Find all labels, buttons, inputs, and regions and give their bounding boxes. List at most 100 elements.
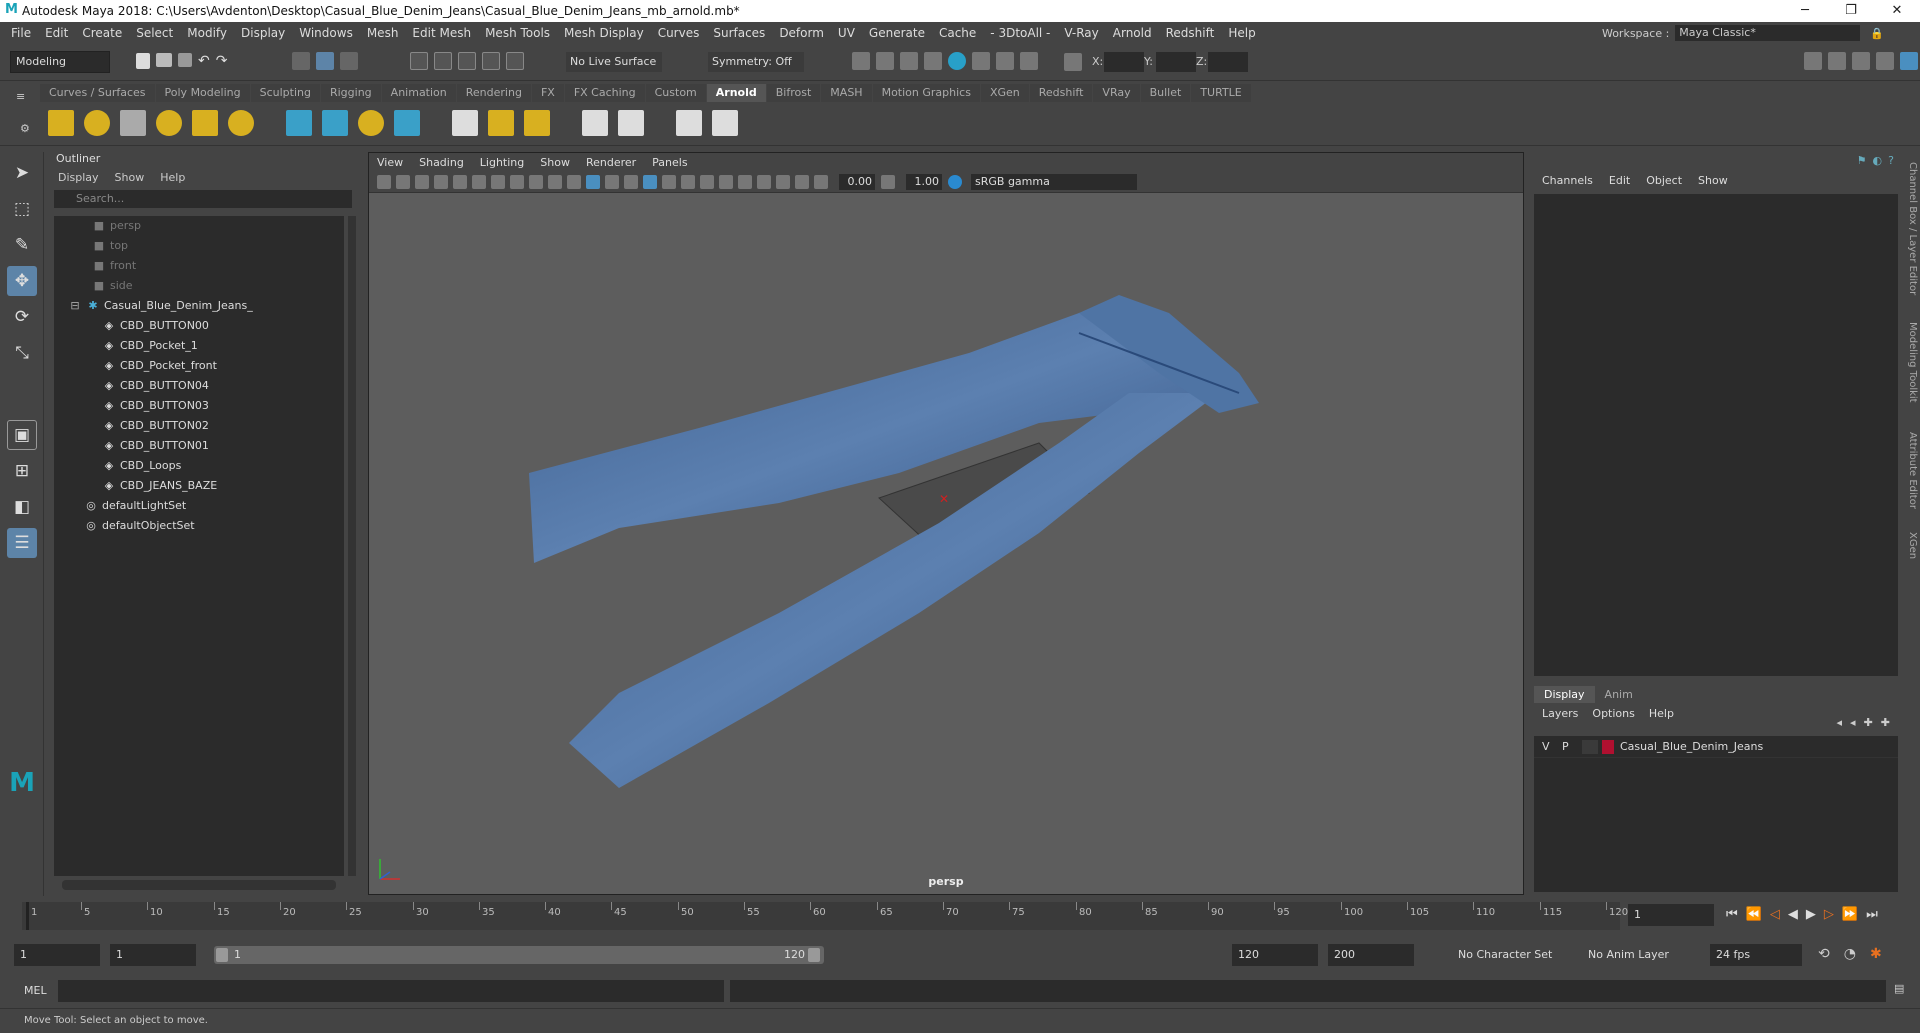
play-render-icon[interactable] (712, 110, 738, 136)
outliner-horizontal-scrollbar[interactable] (62, 880, 336, 890)
texture-manager-icon[interactable] (452, 110, 478, 136)
outliner-item-mesh[interactable]: ◈ CBD_Loops (54, 456, 344, 476)
shadows-icon[interactable] (681, 174, 695, 189)
physical-sky-icon[interactable] (228, 110, 254, 136)
outliner-item-persp[interactable]: ■ persp (54, 216, 344, 236)
channel-box-menu-edit[interactable]: Edit (1609, 174, 1630, 187)
gate-mask-icon[interactable] (510, 174, 524, 189)
select-hierarchy-icon[interactable] (292, 52, 310, 70)
bookmark-icon[interactable] (415, 174, 429, 189)
lock-icon[interactable]: 🔒 (1870, 27, 1884, 40)
menu-mesh-tools[interactable]: Mesh Tools (478, 26, 557, 40)
arnold-ipr-icon[interactable] (618, 110, 644, 136)
y-field[interactable] (1156, 52, 1196, 72)
wireframe-icon[interactable] (567, 174, 581, 189)
menu-mesh[interactable]: Mesh (360, 26, 406, 40)
layer-tab-anim[interactable]: Anim (1595, 686, 1643, 703)
help-icon[interactable]: ? (1888, 154, 1894, 167)
standin-icon[interactable] (286, 110, 312, 136)
minimize-button[interactable]: ─ (1782, 0, 1828, 22)
workspace-dropdown[interactable]: Maya Classic* (1675, 25, 1861, 41)
shelf-tab-arnold[interactable]: Arnold (706, 84, 766, 102)
outliner-item-mesh[interactable]: ◈ CBD_BUTTON03 (54, 396, 344, 416)
xray-joints-icon[interactable] (795, 174, 809, 189)
grid-toggle-icon[interactable] (453, 174, 467, 189)
menu-create[interactable]: Create (75, 26, 129, 40)
auto-key-icon[interactable]: ◔ (1844, 946, 1856, 962)
camera-attributes-icon[interactable] (396, 174, 410, 189)
outliner-item-set[interactable]: ◎ defaultObjectSet (54, 516, 344, 536)
menu-curves[interactable]: Curves (651, 26, 707, 40)
animation-start-field[interactable]: 1 (14, 944, 100, 966)
move-layer-down-icon[interactable]: ◂ (1850, 716, 1856, 729)
globe-icon[interactable]: ◐ (1873, 154, 1883, 167)
symmetry-field[interactable]: Symmetry: Off (708, 52, 804, 72)
play-backwards-icon[interactable]: ◀ (1788, 907, 1798, 922)
go-to-start-icon[interactable]: ⏮ (1726, 907, 1738, 922)
gamma-icon[interactable] (881, 174, 895, 189)
range-end-handle[interactable] (808, 948, 820, 962)
motion-blur-icon[interactable] (719, 174, 733, 189)
absolute-transform-icon[interactable] (1064, 53, 1082, 71)
range-bar[interactable]: 1 120 (214, 946, 824, 964)
animation-end-field[interactable]: 200 (1328, 944, 1414, 966)
side-tab-xgen[interactable]: XGen (1902, 532, 1918, 559)
outliner-menu-show[interactable]: Show (115, 171, 145, 184)
layer-visibility-toggle[interactable]: V (1542, 740, 1562, 753)
modeling-toolkit-icon[interactable] (1804, 52, 1822, 70)
color-management-icon[interactable] (948, 174, 962, 189)
outliner-menu-help[interactable]: Help (160, 171, 185, 184)
menu-edit[interactable]: Edit (38, 26, 75, 40)
gamma-field[interactable]: 1.00 (906, 173, 942, 190)
persp-outliner-icon[interactable]: ◧ (7, 492, 37, 522)
menu-arnold[interactable]: Arnold (1106, 26, 1159, 40)
x-field[interactable] (1104, 52, 1144, 72)
layer-type-toggle[interactable] (1582, 739, 1598, 754)
menu-generate[interactable]: Generate (862, 26, 932, 40)
light-editor-icon[interactable] (996, 52, 1014, 70)
play-forwards-icon[interactable]: ▶ (1806, 907, 1816, 922)
layer-tab-display[interactable]: Display (1534, 686, 1595, 703)
menu-mesh-display[interactable]: Mesh Display (557, 26, 651, 40)
playback-start-field[interactable]: 1 (110, 944, 196, 966)
anti-aliasing-icon[interactable] (738, 174, 752, 189)
move-layer-up-icon[interactable]: ◂ (1837, 716, 1843, 729)
menu-3dtoall[interactable]: - 3DtoAll - (983, 26, 1057, 40)
shelf-tab-poly-modeling[interactable]: Poly Modeling (155, 84, 250, 102)
command-input[interactable] (58, 980, 724, 1002)
use-all-lights-icon[interactable] (662, 174, 676, 189)
lasso-tool-icon[interactable]: ⬚ (7, 194, 37, 224)
arnold-mesh-icon[interactable] (394, 110, 420, 136)
channel-box-menu-object[interactable]: Object (1646, 174, 1682, 187)
channel-box-menu-channels[interactable]: Channels (1542, 174, 1593, 187)
safe-action-icon[interactable] (548, 174, 562, 189)
select-component-icon[interactable] (340, 52, 358, 70)
menu-vray[interactable]: V-Ray (1057, 26, 1105, 40)
pin-icon[interactable]: ⚑ (1857, 154, 1867, 167)
shelf-tab-rendering[interactable]: Rendering (456, 84, 531, 102)
rotate-tool-icon[interactable]: ⟳ (7, 302, 37, 332)
single-perspective-view-icon[interactable]: ▣ (7, 420, 37, 450)
scale-tool-icon[interactable]: ⤡ (7, 338, 37, 368)
layer-row[interactable]: V P Casual_Blue_Denim_Jeans (1534, 736, 1898, 758)
render-frame-icon[interactable] (852, 52, 870, 70)
outliner-item-mesh[interactable]: ◈ CBD_Pocket_1 (54, 336, 344, 356)
four-view-icon[interactable]: ⊞ (7, 456, 37, 486)
menu-display[interactable]: Display (234, 26, 292, 40)
resolution-gate-icon[interactable] (491, 174, 505, 189)
mel-label[interactable]: MEL (24, 984, 47, 997)
loop-icon[interactable]: ⟲ (1818, 946, 1830, 962)
menu-edit-mesh[interactable]: Edit Mesh (405, 26, 478, 40)
select-object-icon[interactable] (316, 52, 334, 70)
outliner-item-mesh[interactable]: ◈ CBD_Pocket_front (54, 356, 344, 376)
menu-surfaces[interactable]: Surfaces (706, 26, 772, 40)
tool-settings-icon[interactable] (1876, 52, 1894, 70)
layer-color-swatch[interactable] (1602, 739, 1614, 754)
exposure-icon[interactable] (814, 174, 828, 189)
fps-dropdown[interactable]: 24 fps (1710, 944, 1802, 966)
maximize-button[interactable]: ❐ (1828, 0, 1874, 22)
skydome-light-icon[interactable] (156, 110, 182, 136)
menu-help[interactable]: Help (1221, 26, 1262, 40)
pause-icon[interactable] (1020, 52, 1038, 70)
select-camera-icon[interactable] (377, 174, 391, 189)
